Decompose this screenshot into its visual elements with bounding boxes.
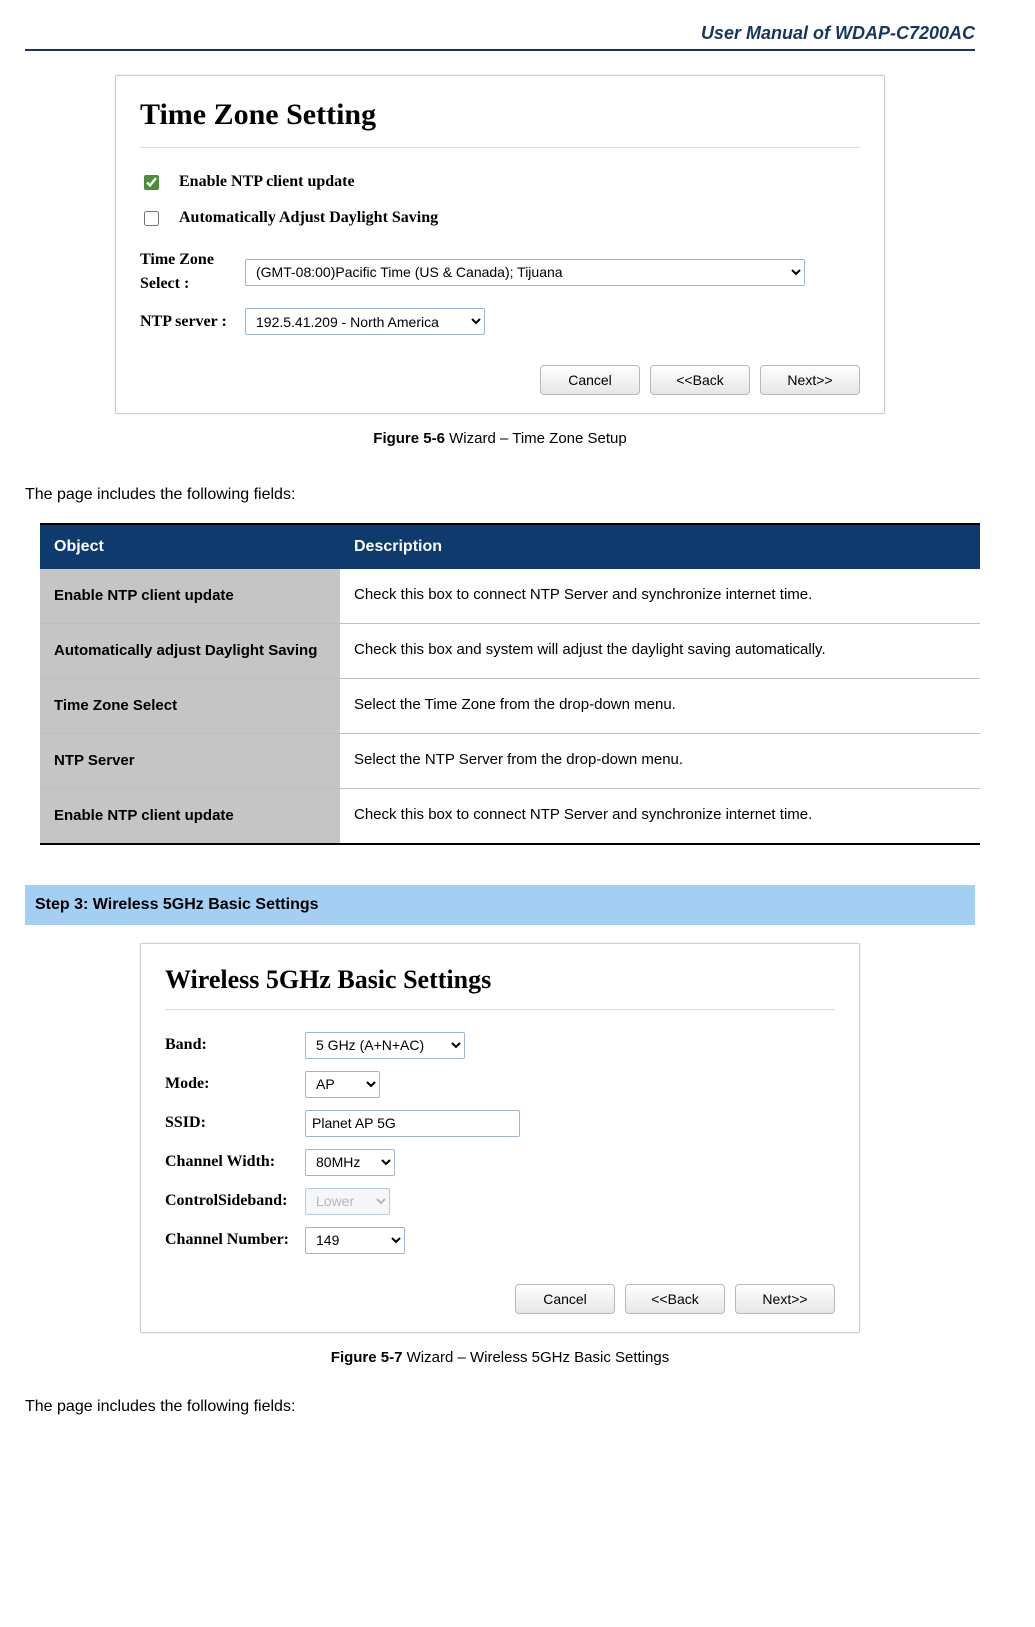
time-zone-panel: Time Zone Setting Enable NTP client upda… xyxy=(115,75,885,414)
table-row: Automatically adjust Daylight SavingChec… xyxy=(40,623,980,678)
channel-number-row: Channel Number: 149 xyxy=(165,1227,835,1254)
th-description: Description xyxy=(340,524,980,569)
ssid-row: SSID: xyxy=(165,1110,835,1137)
cell-object: Automatically adjust Daylight Saving xyxy=(40,623,340,678)
cell-object: Enable NTP client update xyxy=(40,569,340,624)
intro-text-1: The page includes the following fields: xyxy=(25,483,975,507)
mode-select[interactable]: AP xyxy=(305,1071,380,1098)
control-sideband-label: ControlSideband: xyxy=(165,1189,295,1213)
ntp-server-select[interactable]: 192.5.41.209 - North America xyxy=(245,308,485,335)
step-3-heading: Step 3: Wireless 5GHz Basic Settings xyxy=(25,885,975,925)
mode-row: Mode: AP xyxy=(165,1071,835,1098)
cell-desc: Select the Time Zone from the drop-down … xyxy=(340,678,980,733)
button-row: Cancel <<Back Next>> xyxy=(165,1284,835,1314)
cell-desc: Select the NTP Server from the drop-down… xyxy=(340,733,980,788)
fields-table-1: Object Description Enable NTP client upd… xyxy=(40,523,980,845)
panel-divider xyxy=(140,147,860,148)
cell-desc: Check this box and system will adjust th… xyxy=(340,623,980,678)
channel-number-select[interactable]: 149 xyxy=(305,1227,405,1254)
enable-ntp-checkbox[interactable] xyxy=(144,175,159,190)
ntp-server-label: NTP server : xyxy=(140,310,235,334)
next-button[interactable]: Next>> xyxy=(760,365,860,395)
timezone-select[interactable]: (GMT-08:00)Pacific Time (US & Canada); T… xyxy=(245,259,805,286)
figure-5-6: Time Zone Setting Enable NTP client upda… xyxy=(25,75,975,451)
cell-object: Enable NTP client update xyxy=(40,788,340,844)
caption-text: Wizard – Wireless 5GHz Basic Settings xyxy=(402,1349,669,1366)
ntp-server-row: NTP server : 192.5.41.209 - North Americ… xyxy=(140,308,860,335)
figure-5-7-caption: Figure 5-7 Wizard – Wireless 5GHz Basic … xyxy=(25,1347,975,1370)
band-label: Band: xyxy=(165,1033,295,1057)
timezone-row: Time Zone Select : (GMT-08:00)Pacific Ti… xyxy=(140,248,860,296)
ssid-input[interactable] xyxy=(305,1110,520,1137)
back-button[interactable]: <<Back xyxy=(625,1284,725,1314)
channel-number-label: Channel Number: xyxy=(165,1228,295,1252)
cell-object: NTP Server xyxy=(40,733,340,788)
wireless-5ghz-panel: Wireless 5GHz Basic Settings Band: 5 GHz… xyxy=(140,943,860,1333)
panel-title: Time Zone Setting xyxy=(140,92,860,137)
band-select[interactable]: 5 GHz (A+N+AC) xyxy=(305,1032,465,1059)
intro-text-2: The page includes the following fields: xyxy=(25,1395,975,1419)
caption-text: Wizard – Time Zone Setup xyxy=(445,430,627,447)
back-button[interactable]: <<Back xyxy=(650,365,750,395)
auto-dst-label: Automatically Adjust Daylight Saving xyxy=(179,206,438,230)
caption-bold: Figure 5-6 xyxy=(373,430,445,447)
cancel-button[interactable]: Cancel xyxy=(540,365,640,395)
table-row: Time Zone SelectSelect the Time Zone fro… xyxy=(40,678,980,733)
timezone-label: Time Zone Select : xyxy=(140,248,235,296)
doc-header-title: User Manual of WDAP-C7200AC xyxy=(25,20,975,47)
enable-ntp-row: Enable NTP client update xyxy=(140,170,860,194)
auto-dst-row: Automatically Adjust Daylight Saving xyxy=(140,206,860,230)
control-sideband-select: Lower xyxy=(305,1188,390,1215)
cell-object: Time Zone Select xyxy=(40,678,340,733)
button-row: Cancel <<Back Next>> xyxy=(140,365,860,395)
cancel-button[interactable]: Cancel xyxy=(515,1284,615,1314)
th-object: Object xyxy=(40,524,340,569)
panel-title: Wireless 5GHz Basic Settings xyxy=(165,960,835,999)
channel-width-row: Channel Width: 80MHz xyxy=(165,1149,835,1176)
figure-5-7: Wireless 5GHz Basic Settings Band: 5 GHz… xyxy=(25,943,975,1370)
cell-desc: Check this box to connect NTP Server and… xyxy=(340,788,980,844)
panel-divider xyxy=(165,1009,835,1010)
ssid-label: SSID: xyxy=(165,1111,295,1135)
auto-dst-checkbox[interactable] xyxy=(144,211,159,226)
channel-width-label: Channel Width: xyxy=(165,1150,295,1174)
mode-label: Mode: xyxy=(165,1072,295,1096)
cell-desc: Check this box to connect NTP Server and… xyxy=(340,569,980,624)
table-row: Enable NTP client updateCheck this box t… xyxy=(40,569,980,624)
enable-ntp-label: Enable NTP client update xyxy=(179,170,355,194)
channel-width-select[interactable]: 80MHz xyxy=(305,1149,395,1176)
control-sideband-row: ControlSideband: Lower xyxy=(165,1188,835,1215)
band-row: Band: 5 GHz (A+N+AC) xyxy=(165,1032,835,1059)
table-row: NTP ServerSelect the NTP Server from the… xyxy=(40,733,980,788)
table-row: Enable NTP client updateCheck this box t… xyxy=(40,788,980,844)
next-button[interactable]: Next>> xyxy=(735,1284,835,1314)
caption-bold: Figure 5-7 xyxy=(331,1349,403,1366)
figure-5-6-caption: Figure 5-6 Wizard – Time Zone Setup xyxy=(25,428,975,451)
header-rule xyxy=(25,49,975,51)
